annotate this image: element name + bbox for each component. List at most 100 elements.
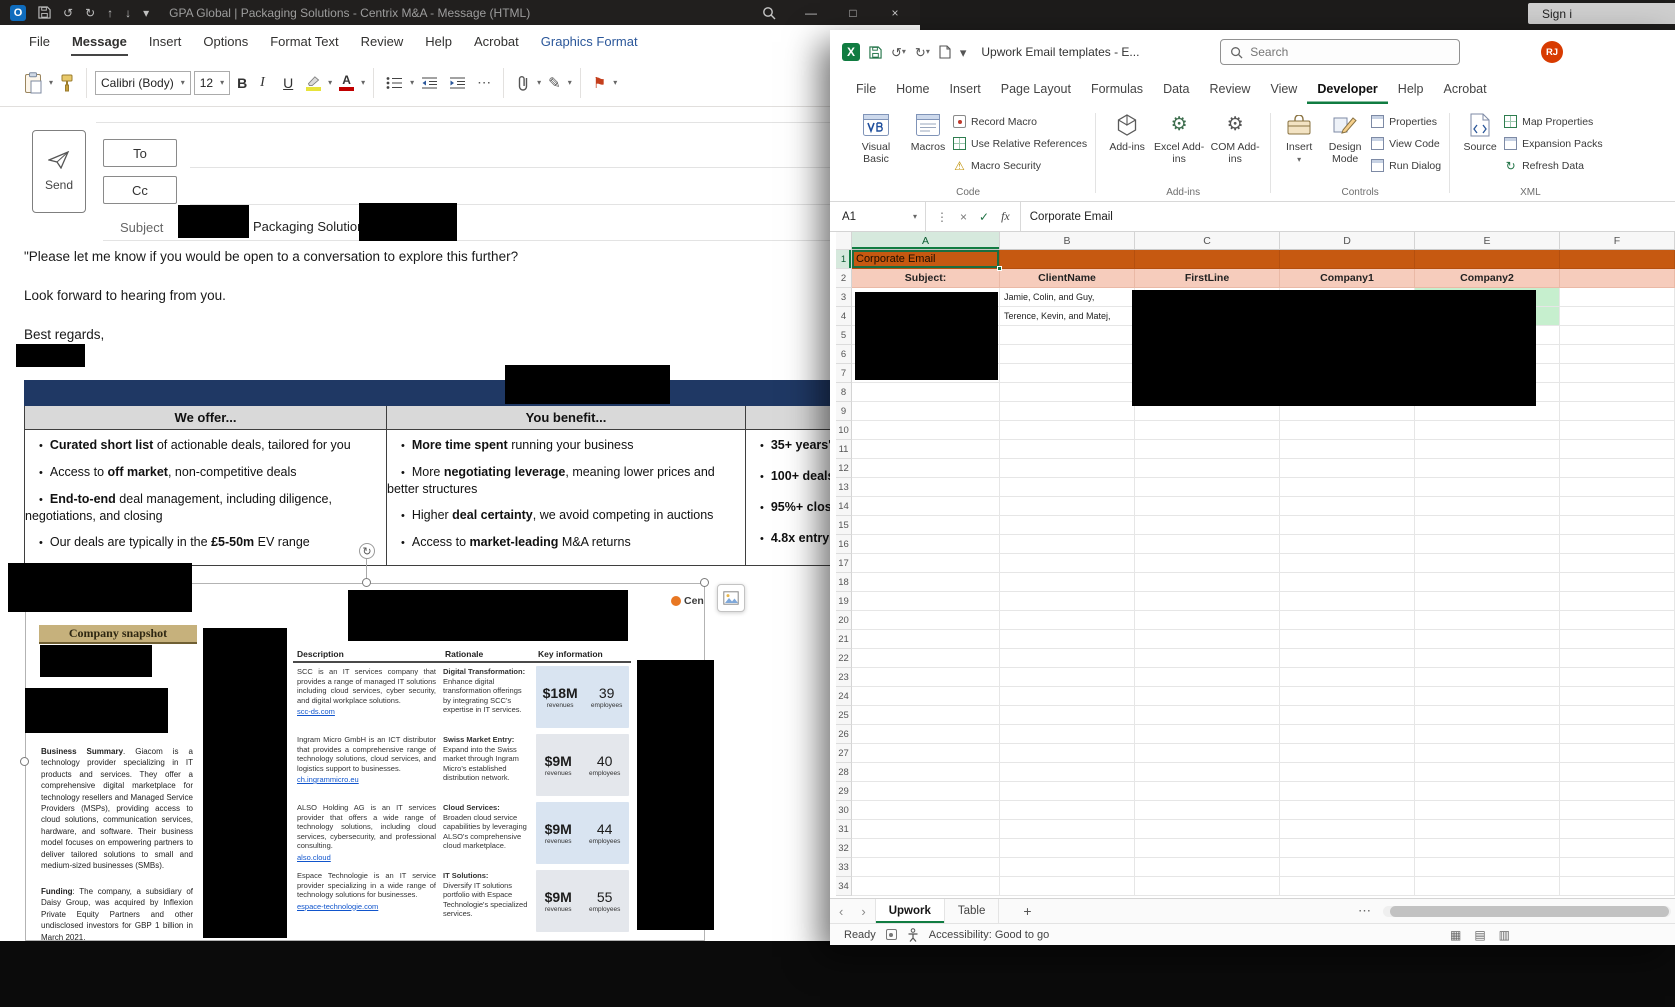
visual-basic-button[interactable]: Visual Basic	[849, 109, 903, 185]
cell-F28[interactable]	[1560, 763, 1675, 782]
cell-F18[interactable]	[1560, 573, 1675, 592]
cell-B17[interactable]	[1000, 554, 1135, 573]
cell-B4[interactable]: Terence, Kevin, and Matej,	[1000, 307, 1135, 326]
rotate-handle-icon[interactable]: ↻	[359, 543, 375, 559]
row-header-22[interactable]: 22	[836, 649, 852, 668]
cell-D18[interactable]	[1280, 573, 1415, 592]
row-header-9[interactable]: 9	[836, 402, 852, 421]
cell-E32[interactable]	[1415, 839, 1560, 858]
add-ins-button[interactable]: Add-ins	[1104, 109, 1150, 185]
accessibility-status[interactable]: Accessibility: Good to go	[929, 929, 1049, 941]
cell-F23[interactable]	[1560, 668, 1675, 687]
cell-D23[interactable]	[1280, 668, 1415, 687]
cell-A20[interactable]	[852, 611, 1000, 630]
cell-B18[interactable]	[1000, 573, 1135, 592]
map-properties-button[interactable]: Map Properties	[1504, 115, 1603, 128]
cell-E28[interactable]	[1415, 763, 1560, 782]
cell-B3[interactable]: Jamie, Colin, and Guy,	[1000, 288, 1135, 307]
formula-bar-dots-icon[interactable]: ⋮	[936, 210, 948, 224]
layout-options-button[interactable]	[717, 584, 745, 612]
cell-A27[interactable]	[852, 744, 1000, 763]
tab-file[interactable]: File	[846, 74, 886, 104]
cell-F3[interactable]	[1560, 288, 1675, 307]
cell-C15[interactable]	[1135, 516, 1280, 535]
cell-D29[interactable]	[1280, 782, 1415, 801]
paste-dropdown-icon[interactable]: ▾	[49, 78, 53, 87]
source-button[interactable]: Source	[1458, 109, 1502, 185]
cell-F7[interactable]	[1560, 364, 1675, 383]
cell-C17[interactable]	[1135, 554, 1280, 573]
cell-D16[interactable]	[1280, 535, 1415, 554]
cell-A28[interactable]	[852, 763, 1000, 782]
macros-button[interactable]: Macros	[905, 109, 951, 185]
profile-avatar[interactable]: RJ	[1541, 41, 1564, 63]
cell-E34[interactable]	[1415, 877, 1560, 896]
search-input[interactable]	[1250, 45, 1431, 59]
view-code-button[interactable]: View Code	[1371, 137, 1441, 150]
cell-C26[interactable]	[1135, 725, 1280, 744]
cell-B30[interactable]	[1000, 801, 1135, 820]
cell-D28[interactable]	[1280, 763, 1415, 782]
cell-F8[interactable]	[1560, 383, 1675, 402]
column-header-F[interactable]: F	[1560, 232, 1675, 250]
row-header-30[interactable]: 30	[836, 801, 852, 820]
to-field-underline[interactable]	[190, 167, 830, 168]
format-painter-button[interactable]	[56, 71, 78, 95]
cell-D11[interactable]	[1280, 440, 1415, 459]
cell-A17[interactable]	[852, 554, 1000, 573]
cell-B34[interactable]	[1000, 877, 1135, 896]
view-page-break-icon[interactable]: ▥	[1499, 928, 1510, 942]
cell-A1[interactable]: Corporate Email	[852, 250, 1002, 271]
cell-E25[interactable]	[1415, 706, 1560, 725]
cell-F33[interactable]	[1560, 858, 1675, 877]
cell-D13[interactable]	[1280, 478, 1415, 497]
cell-A9[interactable]	[852, 402, 1000, 421]
cell-E22[interactable]	[1415, 649, 1560, 668]
row-header-24[interactable]: 24	[836, 687, 852, 706]
use-relative-references-button[interactable]: Use Relative References	[953, 137, 1087, 150]
sign-in-button[interactable]: Sign i	[1528, 3, 1675, 24]
com-add-ins-button[interactable]: ⚙ COM Add-ins	[1208, 109, 1262, 185]
cell-C21[interactable]	[1135, 630, 1280, 649]
highlight-button[interactable]	[302, 72, 325, 94]
cell-F32[interactable]	[1560, 839, 1675, 858]
cell-A2[interactable]: Subject:	[852, 269, 1000, 288]
cell-D1[interactable]	[1280, 250, 1415, 269]
cc-button[interactable]: Cc	[103, 176, 177, 204]
maximize-button[interactable]: □	[838, 0, 868, 25]
cell-E30[interactable]	[1415, 801, 1560, 820]
cell-A25[interactable]	[852, 706, 1000, 725]
cell-F15[interactable]	[1560, 516, 1675, 535]
row-header-10[interactable]: 10	[836, 421, 852, 440]
fill-handle[interactable]	[997, 266, 1002, 271]
cell-D10[interactable]	[1280, 421, 1415, 440]
cell-F17[interactable]	[1560, 554, 1675, 573]
cell-F21[interactable]	[1560, 630, 1675, 649]
cell-F29[interactable]	[1560, 782, 1675, 801]
column-header-B[interactable]: B	[1000, 232, 1135, 250]
cell-A16[interactable]	[852, 535, 1000, 554]
font-color-dropdown-icon[interactable]: ▾	[361, 78, 365, 87]
cell-B8[interactable]	[1000, 383, 1135, 402]
cell-C20[interactable]	[1135, 611, 1280, 630]
macro-security-button[interactable]: ⚠ Macro Security	[953, 159, 1087, 173]
cell-B26[interactable]	[1000, 725, 1135, 744]
cell-F13[interactable]	[1560, 478, 1675, 497]
tab-help[interactable]: Help	[414, 25, 463, 59]
tab-format-text[interactable]: Format Text	[259, 25, 349, 59]
cell-B23[interactable]	[1000, 668, 1135, 687]
tab-review[interactable]: Review	[350, 25, 415, 59]
cell-C14[interactable]	[1135, 497, 1280, 516]
expansion-packs-button[interactable]: Expansion Packs	[1504, 137, 1603, 150]
cell-C18[interactable]	[1135, 573, 1280, 592]
tab-file[interactable]: File	[18, 25, 61, 59]
cell-B24[interactable]	[1000, 687, 1135, 706]
cell-D19[interactable]	[1280, 592, 1415, 611]
cell-E11[interactable]	[1415, 440, 1560, 459]
cell-B29[interactable]	[1000, 782, 1135, 801]
cell-B25[interactable]	[1000, 706, 1135, 725]
tab-formulas[interactable]: Formulas	[1081, 74, 1153, 104]
row-header-6[interactable]: 6	[836, 345, 852, 364]
record-macro-button[interactable]: Record Macro	[953, 115, 1087, 128]
cell-E18[interactable]	[1415, 573, 1560, 592]
